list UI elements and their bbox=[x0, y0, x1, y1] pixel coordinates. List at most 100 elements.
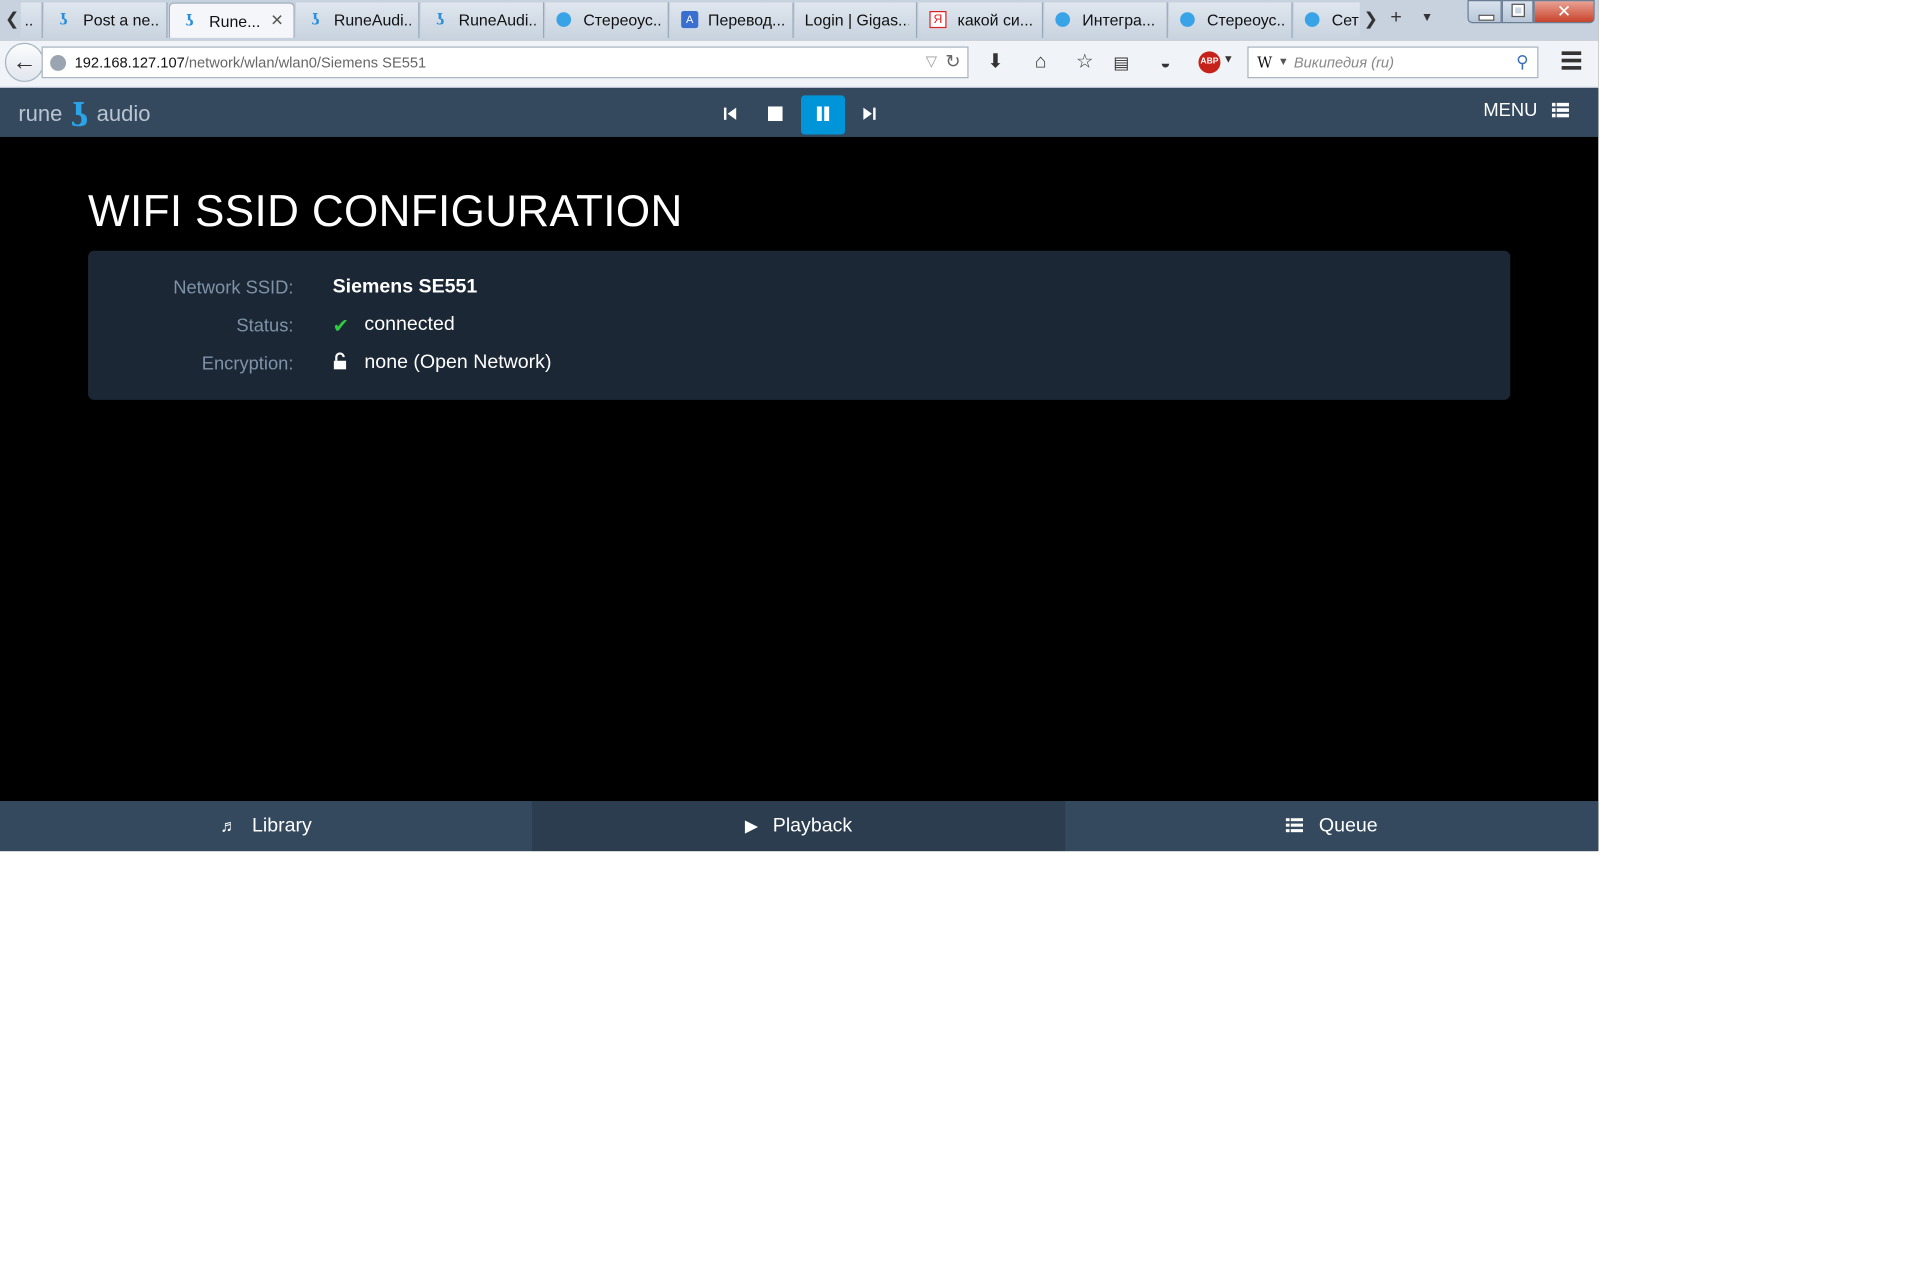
wikipedia-icon[interactable]: W bbox=[1257, 54, 1272, 71]
tab-label: Rune... bbox=[209, 12, 261, 31]
skip-forward-icon bbox=[863, 107, 876, 120]
tab-1[interactable]: ʖ Post a ne... bbox=[44, 2, 168, 38]
tab-label: Сет bbox=[1331, 11, 1359, 30]
globe-favicon-icon bbox=[1304, 12, 1320, 27]
encryption-value: none (Open Network) bbox=[364, 352, 552, 373]
rune-header: rune ʖ audio MENU bbox=[0, 88, 1599, 137]
tab-10[interactable]: Стереоус... bbox=[1169, 2, 1293, 38]
tab-label: Перевод... bbox=[708, 11, 786, 30]
ssid-value: Siemens SE551 bbox=[332, 276, 478, 298]
list-icon bbox=[1286, 818, 1304, 833]
tab-8[interactable]: Я какой си... bbox=[918, 2, 1044, 38]
search-engine-dropdown-icon[interactable]: ▼ bbox=[1278, 55, 1289, 67]
reload-icon[interactable]: ↻ bbox=[945, 50, 960, 72]
url-history-dropdown-icon[interactable]: ▽ bbox=[926, 53, 937, 70]
globe-favicon-icon bbox=[1180, 12, 1195, 27]
search-bar[interactable]: W ▼ Википедия (ru) ⚲ bbox=[1247, 46, 1539, 79]
tab-scroll-left-icon[interactable]: ❮ bbox=[4, 2, 21, 34]
globe-favicon-icon bbox=[556, 12, 572, 27]
tab-6[interactable]: A Перевод... bbox=[670, 2, 794, 38]
tab-label: .. bbox=[24, 11, 34, 30]
pause-icon bbox=[816, 106, 830, 122]
menu-button[interactable]: MENU bbox=[1483, 100, 1570, 121]
music-note-icon: ♬ bbox=[220, 815, 238, 836]
tab-3[interactable]: ʖ RuneAudi... bbox=[295, 2, 420, 38]
skip-back-icon bbox=[723, 107, 737, 120]
bookmark-star-icon[interactable]: ☆ bbox=[1072, 50, 1096, 74]
check-icon: ✔ bbox=[332, 316, 350, 338]
page-title: WIFI SSID CONFIGURATION bbox=[88, 185, 683, 237]
previous-button[interactable] bbox=[708, 95, 752, 134]
tab-11[interactable]: Сет bbox=[1293, 2, 1360, 38]
stop-button[interactable] bbox=[753, 95, 797, 134]
arrow-left-icon: ← bbox=[12, 48, 37, 76]
restore-icon bbox=[1511, 3, 1525, 18]
reading-list-icon[interactable]: ▤ bbox=[1109, 50, 1133, 74]
library-label: Library bbox=[251, 815, 312, 837]
yandex-favicon-icon: Я bbox=[929, 11, 947, 29]
tab-strip: ❮ .. ʖ Post a ne... ʖ Rune... ✕ ʖ RuneAu… bbox=[0, 0, 1599, 41]
unlock-icon bbox=[333, 352, 347, 370]
globe-favicon-icon bbox=[1055, 12, 1071, 27]
library-button[interactable]: ♬ Library bbox=[0, 801, 532, 851]
window-minimize-button[interactable] bbox=[1467, 0, 1502, 24]
tab-list-dropdown-icon[interactable]: ▼ bbox=[1421, 4, 1433, 33]
android-icon[interactable]: ◒ bbox=[1153, 50, 1177, 74]
site-identity-icon[interactable] bbox=[50, 55, 67, 71]
brand-left: rune bbox=[18, 101, 63, 126]
tab-label: Стереоус... bbox=[1207, 11, 1285, 30]
browser-navbar: ← 192.168.127.107/network/wlan/wlan0/Sie… bbox=[0, 40, 1599, 89]
adblock-dropdown-icon[interactable]: ▼ bbox=[1223, 53, 1234, 65]
next-button[interactable] bbox=[847, 95, 891, 134]
tab-label: Login | Gigas... bbox=[804, 11, 909, 30]
window-close-button[interactable]: ✕ bbox=[1533, 0, 1595, 24]
browser-menu-icon[interactable] bbox=[1561, 51, 1582, 73]
tab-4[interactable]: ʖ RuneAudi... bbox=[420, 2, 545, 38]
adblock-plus-icon[interactable]: ABP bbox=[1198, 51, 1221, 74]
tab-label: Post a ne... bbox=[83, 11, 159, 30]
wifi-info-panel: Network SSID: Siemens SE551 Status: ✔ co… bbox=[88, 250, 1511, 400]
tab-9[interactable]: Интегра... bbox=[1044, 2, 1168, 38]
url-path: /network/wlan/wlan0/Siemens SE551 bbox=[184, 53, 427, 71]
translate-favicon-icon: A bbox=[681, 11, 699, 29]
screenshot: ❮ .. ʖ Post a ne... ʖ Rune... ✕ ʖ RuneAu… bbox=[0, 0, 1920, 1283]
rune-logo-icon: ʖ bbox=[70, 97, 89, 135]
home-icon[interactable]: ⌂ bbox=[1028, 50, 1052, 74]
search-input[interactable]: Википедия (ru) bbox=[1294, 54, 1394, 71]
rune-favicon-icon: ʖ bbox=[311, 11, 320, 29]
tab-scroll-right-icon[interactable]: ❯ bbox=[1362, 2, 1379, 34]
tab-label: какой си... bbox=[957, 11, 1034, 30]
status-value: connected bbox=[364, 314, 455, 336]
url-text[interactable]: 192.168.127.107/network/wlan/wlan0/Sieme… bbox=[75, 54, 427, 71]
back-button[interactable]: ← bbox=[4, 42, 45, 82]
tab-7[interactable]: Login | Gigas... bbox=[794, 2, 918, 38]
ssid-label: Network SSID: bbox=[173, 277, 294, 299]
tab-label: RuneAudi... bbox=[333, 11, 411, 30]
tab-0[interactable]: .. bbox=[20, 2, 43, 38]
window-restore-button[interactable] bbox=[1501, 0, 1534, 24]
tab-close-icon[interactable]: ✕ bbox=[270, 11, 283, 31]
playback-button[interactable]: ▶ Playback bbox=[531, 800, 1066, 852]
rune-favicon-icon: ʖ bbox=[59, 11, 68, 29]
minimize-icon bbox=[1478, 14, 1495, 21]
tab-label: Стереоус... bbox=[583, 11, 661, 30]
bottom-nav: ♬ Library ▶ Playback Queue bbox=[0, 800, 1599, 852]
play-icon: ▶ bbox=[744, 815, 759, 836]
tab-5[interactable]: Стереоус... bbox=[545, 2, 669, 38]
status-label: Status: bbox=[236, 315, 294, 337]
encryption-label: Encryption: bbox=[201, 353, 294, 375]
new-tab-icon[interactable]: + bbox=[1390, 4, 1401, 33]
stop-icon bbox=[767, 106, 783, 122]
download-icon[interactable]: ⬇ bbox=[983, 50, 1007, 74]
queue-button[interactable]: Queue bbox=[1065, 801, 1598, 851]
tab-label: Интегра... bbox=[1082, 11, 1156, 30]
tab-label: RuneAudi... bbox=[458, 11, 536, 30]
list-icon bbox=[1552, 102, 1570, 118]
url-bar[interactable]: 192.168.127.107/network/wlan/wlan0/Sieme… bbox=[41, 46, 969, 79]
queue-label: Queue bbox=[1318, 815, 1378, 837]
pause-button[interactable] bbox=[800, 95, 846, 135]
url-host: 192.168.127.107 bbox=[74, 53, 185, 71]
search-icon[interactable]: ⚲ bbox=[1516, 51, 1529, 72]
rune-audio-logo[interactable]: rune ʖ audio bbox=[18, 98, 150, 135]
tab-2-active[interactable]: ʖ Rune... ✕ bbox=[168, 2, 295, 38]
